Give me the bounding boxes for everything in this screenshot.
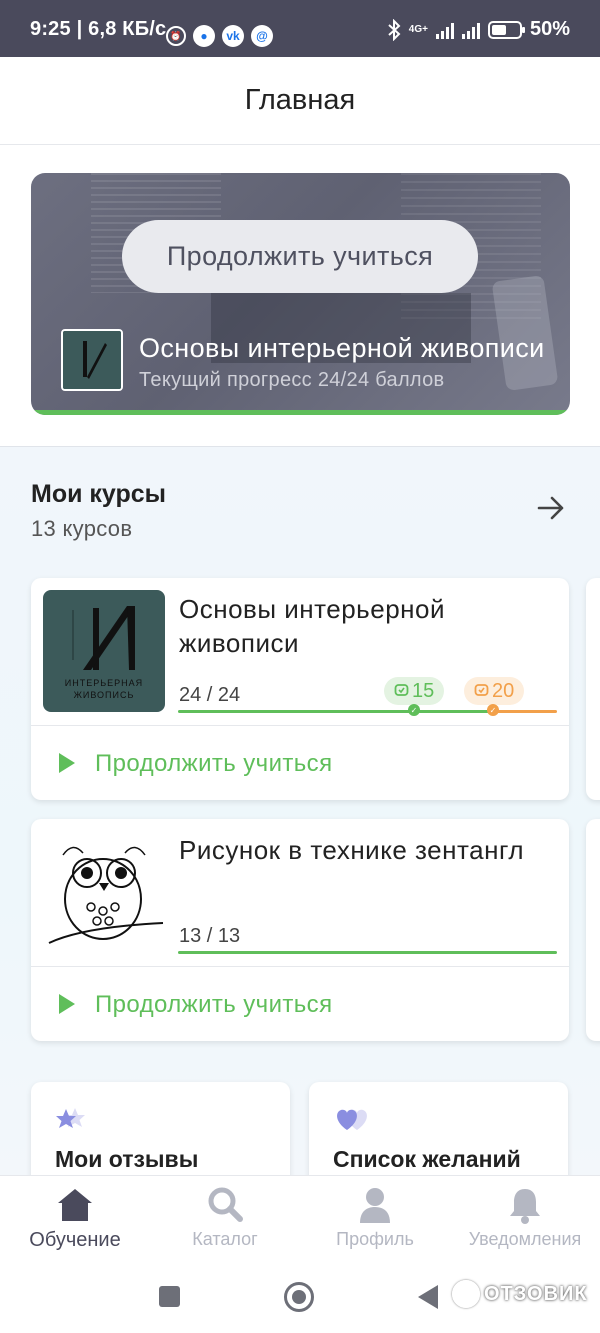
- orange-badge-value: 20: [492, 679, 515, 702]
- signal-icon-2: [461, 21, 480, 39]
- continue-course-button[interactable]: Продолжить учиться: [31, 967, 569, 1041]
- status-right: 4G+ 50%: [387, 18, 570, 41]
- course-progress-bar: [178, 710, 493, 713]
- arrow-right-icon[interactable]: [536, 495, 566, 521]
- continue-course-button[interactable]: Продолжить учиться: [31, 726, 569, 800]
- course-title: Основы интерьерной живописи: [179, 594, 445, 658]
- vk-icon: vk: [222, 25, 244, 47]
- section-subtitle: 13 курсов: [31, 516, 133, 541]
- play-icon: [59, 994, 75, 1014]
- course-progress-bar-goal: [493, 710, 557, 713]
- course-progress-count: 13 / 13: [179, 925, 241, 947]
- nav-label-catalog: Каталог: [192, 1229, 258, 1249]
- signal-icon: [435, 21, 454, 39]
- profile-icon: [360, 1188, 390, 1223]
- battery-level: 50%: [529, 18, 570, 40]
- orange-badge: 20: [464, 677, 525, 705]
- home-button[interactable]: [284, 1282, 314, 1312]
- course-thumbnail: [61, 329, 123, 391]
- continue-learning-banner[interactable]: Продолжить учиться Основы интерьерной жи…: [31, 173, 570, 415]
- continue-learning-button[interactable]: Продолжить учиться: [122, 220, 478, 293]
- system-navigation-bar: ОТЗОВИК: [0, 1260, 600, 1333]
- nav-item-catalog[interactable]: Каталог: [150, 1176, 300, 1261]
- course-progress-count: 24 / 24: [179, 684, 241, 706]
- bluetooth-icon: [388, 18, 401, 41]
- banner-course-title: Основы интерьерной живописи: [139, 333, 545, 363]
- course-thumbnail: ИНТЕРЬЕРНАЯ ЖИВОПИСЬ: [43, 590, 165, 712]
- course-thumbnail: [43, 831, 165, 953]
- watermark: ОТЗОВИК: [452, 1280, 588, 1308]
- nav-item-profile[interactable]: Профиль: [300, 1176, 450, 1261]
- stars-icon: [56, 1108, 85, 1128]
- nav-item-notifications[interactable]: Уведомления: [450, 1176, 600, 1261]
- network-type: 4G+: [408, 24, 428, 35]
- my-reviews-label: Мои отзывы: [55, 1146, 199, 1172]
- thumb-text-line2: ЖИВОПИСЬ: [74, 690, 135, 700]
- battery-icon: [487, 20, 525, 39]
- green-badge-value: 15: [412, 679, 435, 702]
- watermark-text: ОТЗОВИК: [484, 1282, 588, 1305]
- heart-icon: [337, 1109, 367, 1130]
- page-title: Главная: [244, 84, 356, 116]
- course-card[interactable]: ИНТЕРЬЕРНАЯ ЖИВОПИСЬ Основы интерьерной …: [31, 578, 569, 800]
- checkpoint-icon: ✓: [487, 704, 499, 716]
- continue-course-label: Продолжить учиться: [95, 991, 333, 1018]
- green-badge: 15: [384, 677, 445, 705]
- wishlist-label: Список желаний: [333, 1146, 521, 1172]
- home-icon: [58, 1189, 92, 1221]
- recent-apps-button[interactable]: [159, 1286, 180, 1307]
- nav-item-learning[interactable]: Обучение: [0, 1176, 150, 1261]
- banner-progress-text: Текущий прогресс 24/24 баллов: [139, 369, 445, 391]
- nav-label-profile: Профиль: [336, 1229, 414, 1249]
- comment-check-icon: [394, 684, 409, 696]
- course-title: Рисунок в технике зентангл: [179, 835, 525, 865]
- app-header: Главная: [0, 57, 600, 145]
- continue-course-label: Продолжить учиться: [95, 750, 333, 777]
- my-courses-section: Мои курсы 13 курсов ИНТЕРЬЕРНАЯ ЖИВОПИСЬ…: [0, 446, 600, 1176]
- mail-icon: @: [251, 25, 273, 47]
- play-icon: [59, 753, 75, 773]
- back-button[interactable]: [418, 1285, 438, 1309]
- next-course-card-peek[interactable]: [586, 578, 600, 800]
- status-bar: 9:25 | 6,8 КБ/с ⏰ ● vk @ 4G+ 50%: [0, 0, 600, 57]
- banner-progress-bar: [31, 410, 570, 415]
- search-icon: [208, 1187, 243, 1222]
- notification-icons: ⏰ ● vk @: [166, 25, 273, 47]
- status-time: 9:25 | 6,8 КБ/с: [30, 18, 167, 40]
- course-card[interactable]: Рисунок в технике зентангл 13 / 13 Продо…: [31, 819, 569, 1041]
- bottom-navigation: Обучение Каталог Профиль Уведомления: [0, 1175, 600, 1260]
- section-title: Мои курсы: [31, 480, 167, 508]
- chat-icon: ●: [193, 25, 215, 47]
- course-progress-bar: [178, 951, 557, 954]
- thumb-text-line1: ИНТЕРЬЕРНАЯ: [65, 678, 143, 688]
- nav-label-notifications: Уведомления: [468, 1229, 582, 1249]
- next-course-card-peek[interactable]: [586, 819, 600, 1041]
- checkpoint-icon: ✓: [408, 704, 420, 716]
- comment-check-icon: [474, 684, 489, 696]
- alarm-icon: ⏰: [166, 26, 186, 46]
- watermark-logo-icon: [452, 1280, 480, 1308]
- nav-label-learning: Обучение: [29, 1229, 121, 1251]
- bell-icon: [510, 1189, 540, 1224]
